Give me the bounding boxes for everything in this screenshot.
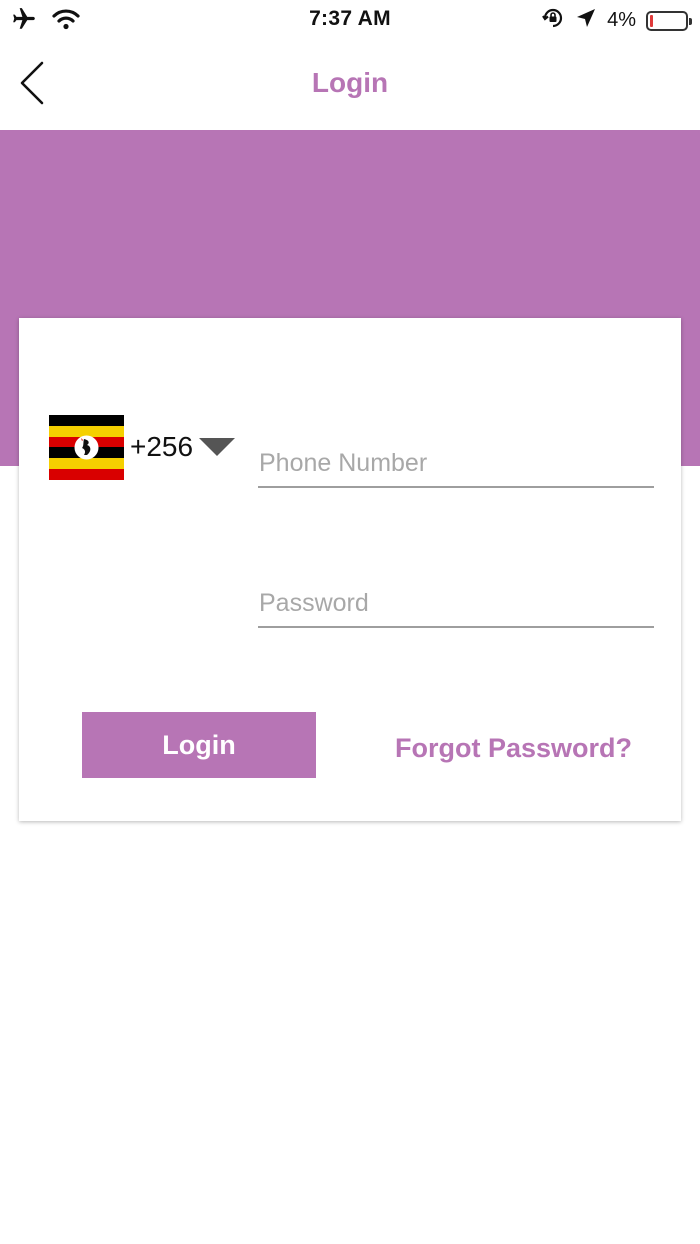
caret-down-icon [199,438,236,456]
login-card: +256 Login Forgot Password? [19,318,681,821]
phone-number-input[interactable] [258,432,654,486]
phone-number-field [258,432,654,488]
dial-code: +256 [130,431,194,462]
location-arrow-icon [575,7,597,34]
password-input[interactable] [258,572,654,626]
login-button[interactable]: Login [82,712,316,778]
status-right: 4% [541,6,692,35]
battery-icon [646,10,692,31]
page-title: Login [311,67,389,98]
battery-level-fill [650,14,653,27]
status-bar: 7:37 AM 4% [0,0,700,40]
battery-percent: 4% [607,9,636,31]
rotation-lock-icon [541,6,565,35]
forgot-password-link[interactable]: Forgot Password? [395,733,632,764]
uganda-flag-icon [49,414,124,480]
nav-bar: Login [0,40,700,130]
password-field [258,572,654,628]
country-code-picker[interactable]: +256 [49,414,249,480]
